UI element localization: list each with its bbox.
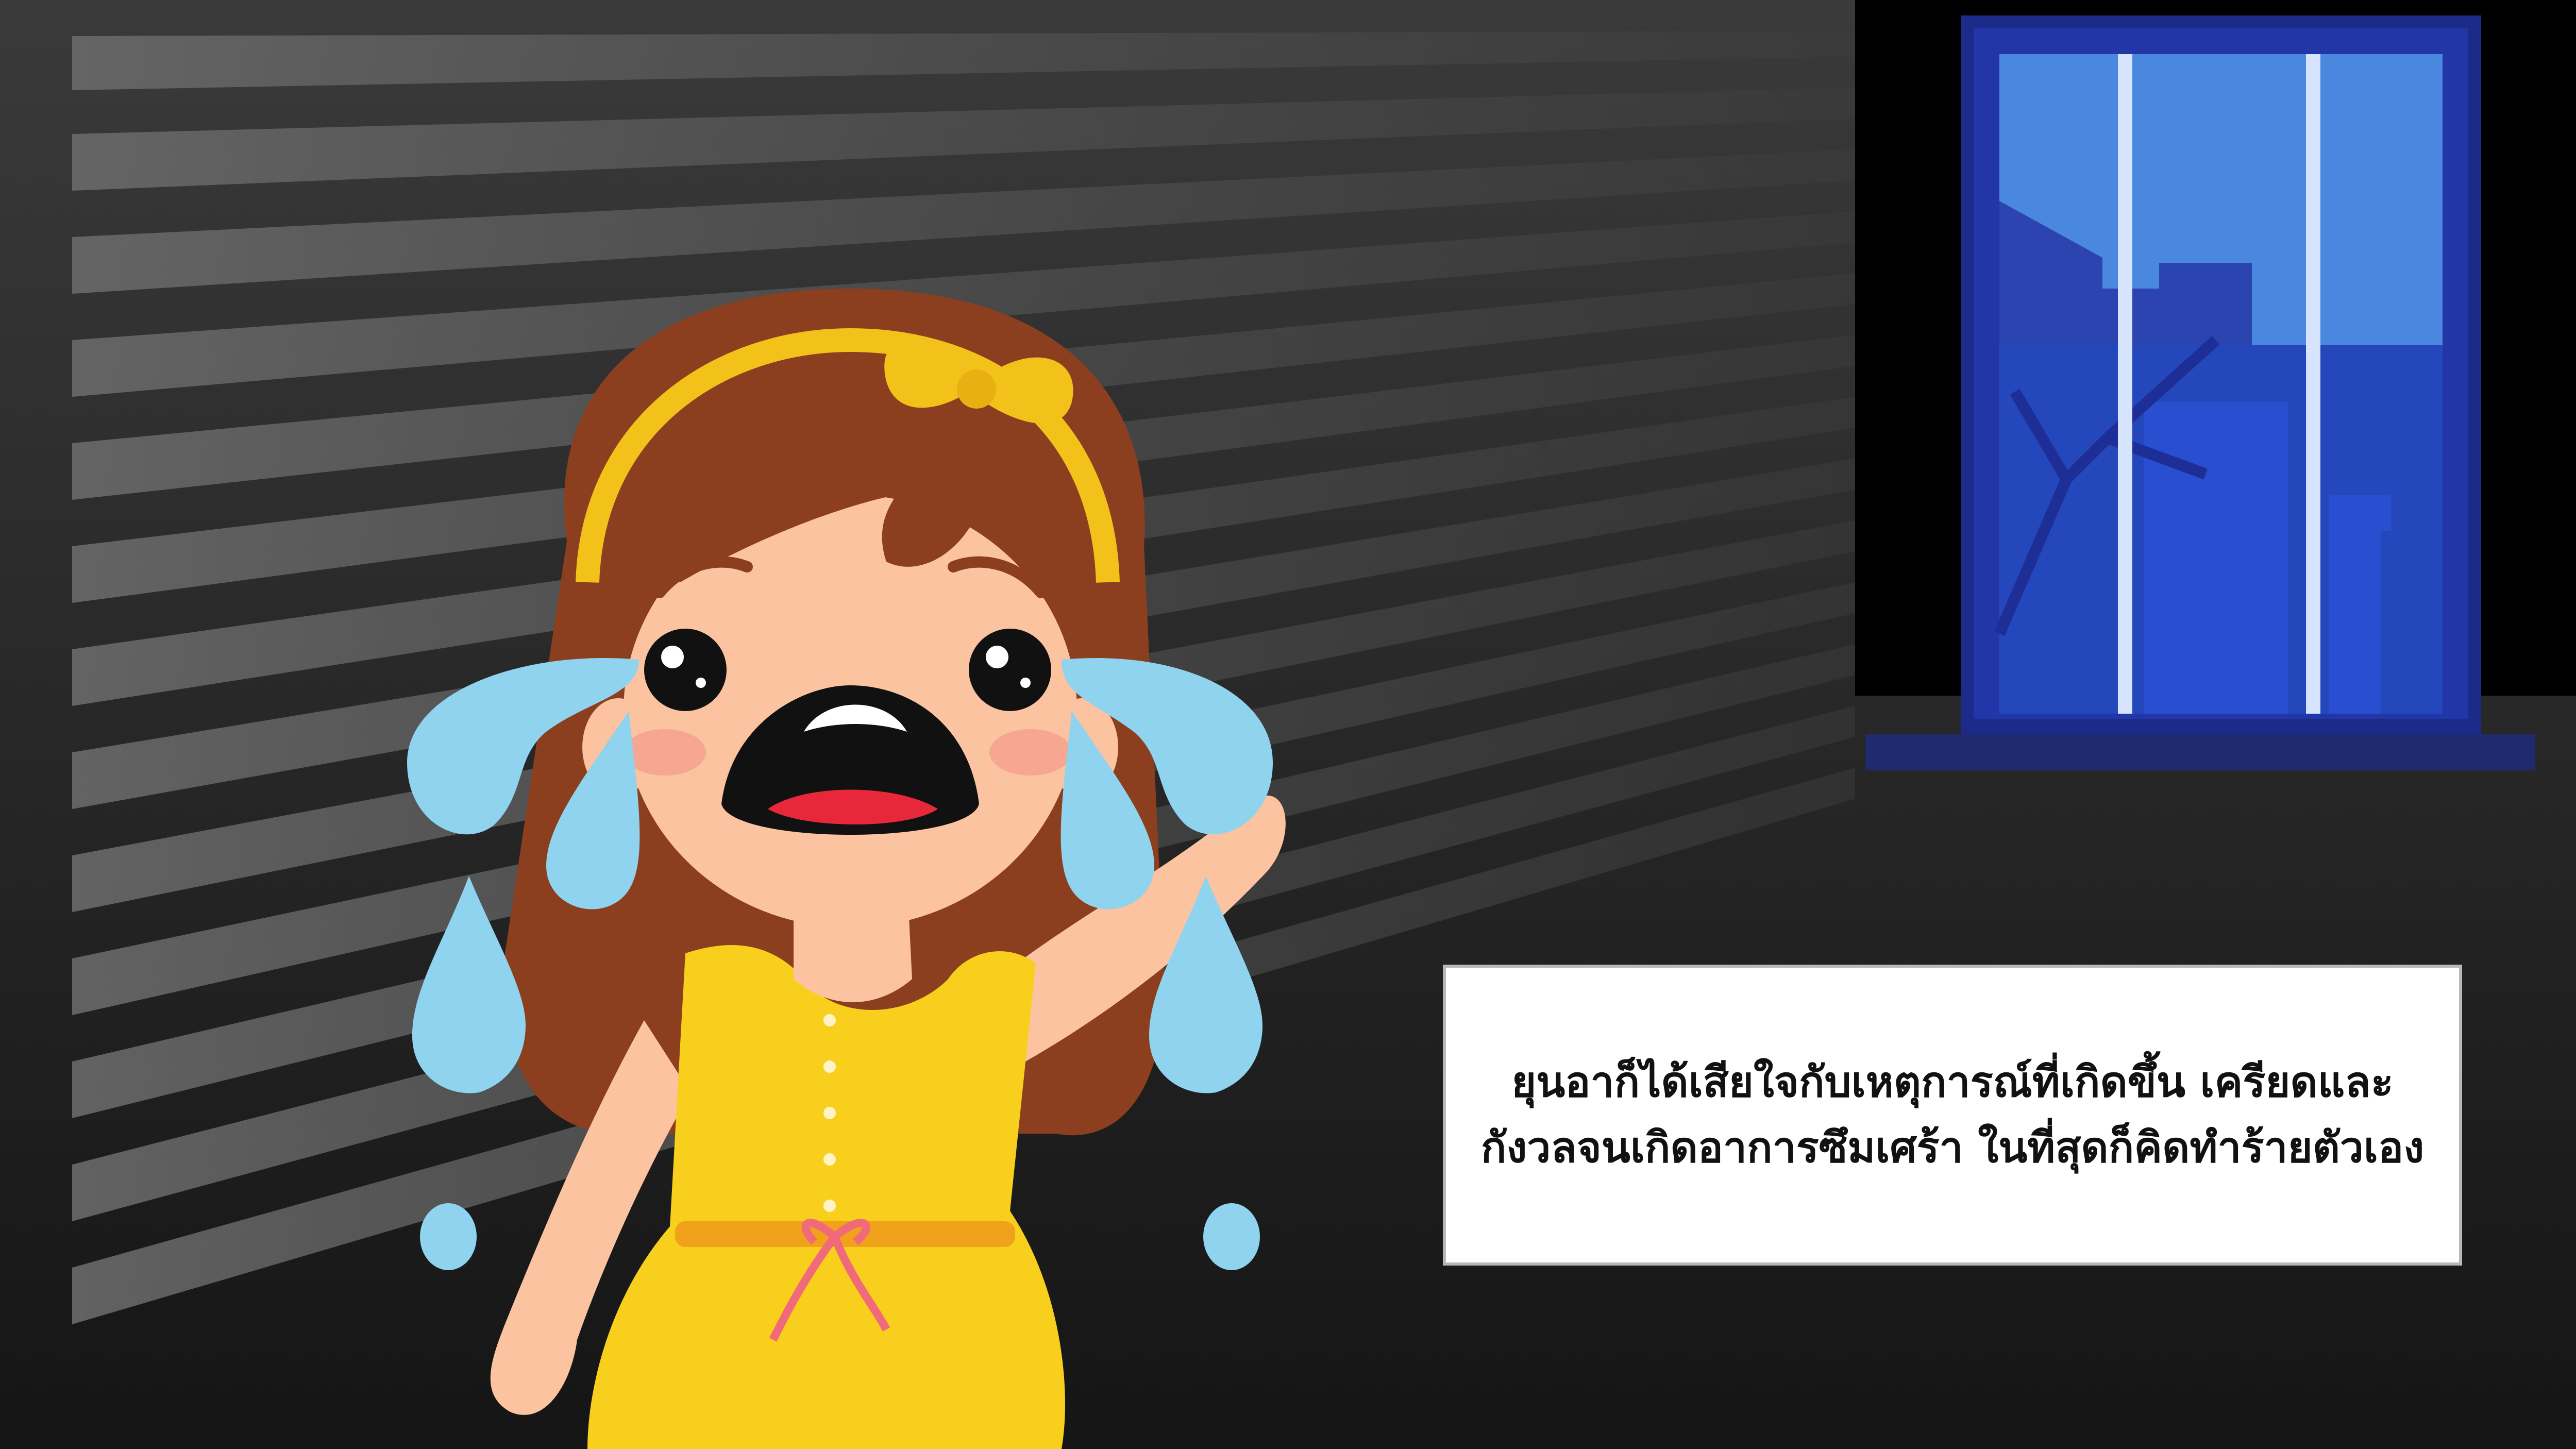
caption-box: ยุนอาก็ได้เสียใจกับเหตุการณ์ที่เกิดขึ้น … (1443, 965, 2462, 1266)
caption-line-1: ยุนอาก็ได้เสียใจกับเหตุการณ์ที่เกิดขึ้น … (1511, 1057, 2394, 1107)
night-window (1865, 15, 2535, 770)
caption-line-2: กังวลจนเกิดอาการซึมเศร้า ในที่สุดก็คิดทำ… (1480, 1123, 2425, 1172)
